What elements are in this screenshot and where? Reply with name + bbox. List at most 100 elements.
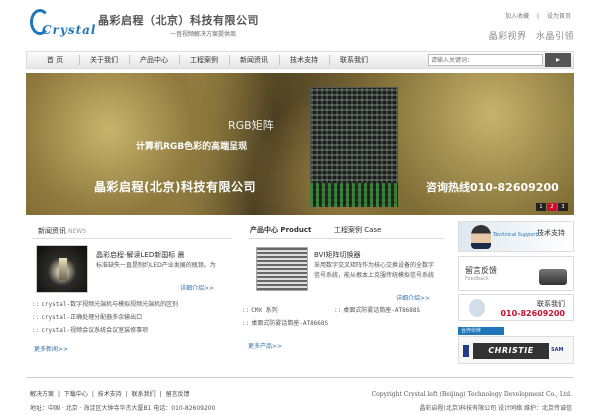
list-item[interactable]: :: 桌面式防雾话筒座-AT8688S xyxy=(334,305,420,314)
tab-product[interactable]: 产品中心 Product xyxy=(250,225,311,235)
news-item-text: crystal-正确处理分配器多余输出口 xyxy=(41,314,143,321)
search-input[interactable] xyxy=(428,54,543,66)
contact-phone: 010-82609200 xyxy=(500,309,565,318)
product-item-text: CMX 系列 xyxy=(251,307,278,314)
list-item[interactable]: :: crystal-数字视频光端机与模拟视频光端机的区别 xyxy=(32,298,178,311)
hero-banner[interactable]: RGB矩阵 计算机RGB色彩的高端呈现 晶彩启程(北京)科技有限公司 咨询热线0… xyxy=(26,73,574,215)
top-links-separator: | xyxy=(537,13,540,20)
feedback-title: 留言反馈 xyxy=(465,266,497,275)
list-item[interactable]: :: 桌面式防雾话筒座-AT8668S xyxy=(242,318,328,327)
list-item[interactable]: :: crystal-视频会议系统会议室装修事项 xyxy=(32,324,178,337)
rgb-matrix-ports-image xyxy=(310,183,398,207)
footer-copyright: Copyright Crystal left (Beijing) Technol… xyxy=(371,391,572,398)
news-featured-desc: 标准缺失一直是制约LED产业发展的瓶颈。为 xyxy=(96,262,216,269)
nav-item-news[interactable]: 新闻资讯 xyxy=(233,52,275,68)
tab-case[interactable]: 工程案例 Case xyxy=(334,225,381,235)
motto-1: 晶彩视界 xyxy=(488,32,527,42)
more-products-link[interactable]: 更多产品>> xyxy=(248,341,282,350)
product-item-text: 桌面式防雾话筒座-AT8688S xyxy=(343,307,421,314)
banner-dot-3[interactable]: 3 xyxy=(558,203,568,211)
nav-item-cases[interactable]: 工程案例 xyxy=(183,52,225,68)
partner-label: 合作伙伴 xyxy=(458,327,504,335)
news-thumbnail[interactable] xyxy=(36,245,88,293)
nav-item-products[interactable]: 产品中心 xyxy=(133,52,175,68)
partner-logo-mark xyxy=(463,345,469,357)
nav-item-about[interactable]: 关于我们 xyxy=(83,52,125,68)
christie-logo[interactable]: CHRISTIE xyxy=(473,343,549,359)
partner-logos: CHRISTIE SAM xyxy=(458,336,574,364)
nav-separator xyxy=(179,55,180,65)
news-item-text: crystal-视频会议系统会议室装修事项 xyxy=(41,327,149,334)
nav-item-home[interactable]: 首 页 xyxy=(35,52,75,68)
nav-separator xyxy=(329,55,330,65)
bullet-icon: :: xyxy=(32,314,40,321)
telephone-icon xyxy=(539,269,567,285)
footer-address: 地址：中国 · 北京 · 海淀区大钟寺华杰大厦B1 电话：010-8260920… xyxy=(30,405,216,412)
contact-title: 联系我们 xyxy=(537,300,565,308)
footer-link-contact[interactable]: 联系我们 xyxy=(132,391,156,398)
bullet-icon: :: xyxy=(242,320,250,327)
nav-separator xyxy=(129,55,130,65)
company-name: 晶彩启程（北京）科技有限公司 xyxy=(98,14,259,27)
footer-separator: | xyxy=(125,391,128,398)
footer-separator: | xyxy=(159,391,162,398)
banner-subheading: 计算机RGB色彩的高端呈现 xyxy=(136,142,248,152)
main-nav: 首 页 关于我们 产品中心 工程案例 新闻资讯 技术支持 联系我们 ▸ xyxy=(26,51,574,69)
banner-dot-1[interactable]: 1 xyxy=(536,203,546,211)
banner-hotline: 咨询热线010-82609200 xyxy=(426,181,559,194)
feedback-subtitle: Feedback xyxy=(465,276,489,282)
footer-separator: | xyxy=(91,391,94,398)
footer-credits: 晶彩启程(北京)科技有限公司 设计同络 维护：北京传诚信 xyxy=(419,405,573,412)
footer-link-support[interactable]: 技术支持 xyxy=(98,391,122,398)
news-item-text: crystal-数字视频光端机与模拟视频光端机的区别 xyxy=(41,301,179,308)
add-favorite-link[interactable]: 加入收藏 xyxy=(505,13,529,20)
footer-link-solutions[interactable]: 解决方案 xyxy=(30,391,54,398)
samsung-logo[interactable]: SAM xyxy=(551,347,563,353)
more-news-link[interactable]: 更多新闻>> xyxy=(34,344,68,353)
product-divider xyxy=(248,238,444,239)
support-person-avatar xyxy=(471,225,491,249)
nav-separator xyxy=(229,55,230,65)
banner-pager: 123 xyxy=(535,202,568,211)
nav-separator xyxy=(79,55,80,65)
bullet-icon: :: xyxy=(32,327,40,334)
tech-support-title: 技术支持 xyxy=(537,229,565,237)
product-detail-link[interactable]: 详细介绍>> xyxy=(396,293,430,302)
contact-icon xyxy=(469,299,485,317)
news-list: :: crystal-数字视频光端机与模拟视频光端机的区别 :: crystal-正… xyxy=(32,298,178,337)
nav-separator xyxy=(279,55,280,65)
feedback-box[interactable]: 留言反馈 Feedback xyxy=(458,256,574,291)
tech-support-box[interactable]: Technical Support 技术支持 xyxy=(458,221,574,252)
news-featured-headline[interactable]: 晶彩启程-解读LED新国标 晨 xyxy=(96,250,184,260)
top-links: 加入收藏 | 设为首页 xyxy=(502,11,574,20)
bullet-icon: :: xyxy=(32,301,40,308)
footer-separator: | xyxy=(57,391,60,398)
list-item[interactable]: :: crystal-正确处理分配器多余输出口 xyxy=(32,311,178,324)
top-motto: 晶彩视界 水晶引领 xyxy=(483,29,574,42)
news-section-title: 新闻资讯 NEWS xyxy=(38,226,86,236)
logo-text: Crystal xyxy=(42,23,97,37)
news-title-en: NEWS xyxy=(68,228,87,235)
banner-company: 晶彩启程(北京)科技有限公司 xyxy=(94,180,256,194)
motto-2: 水晶引领 xyxy=(535,32,574,42)
footer-link-feedback[interactable]: 留言反馈 xyxy=(166,391,190,398)
footer-divider xyxy=(26,377,574,378)
footer-links: 解决方案 | 下载中心 | 技术支持 | 联系我们 | 留言反馈 xyxy=(30,389,192,398)
search-button[interactable]: ▸ xyxy=(545,53,571,67)
company-slogan: 一音视频解决方案提供商 xyxy=(170,31,237,38)
product-featured-headline[interactable]: BVI矩阵切换器 xyxy=(314,250,360,260)
news-detail-link[interactable]: 详细介绍>> xyxy=(180,283,214,292)
contact-box[interactable]: 联系我们 010-82609200 xyxy=(458,294,574,321)
product-thumbnail[interactable] xyxy=(256,247,308,291)
product-featured-desc: 采用数字交叉矩阵作为核心交换设备的全数字信号系统，能从根本上克服传统模拟信号系统 xyxy=(314,262,435,279)
set-homepage-link[interactable]: 设为首页 xyxy=(547,13,571,20)
product-item-text: 桌面式防雾话筒座-AT8668S xyxy=(251,320,329,327)
nav-item-support[interactable]: 技术支持 xyxy=(283,52,325,68)
footer-link-downloads[interactable]: 下载中心 xyxy=(64,391,88,398)
banner-dot-2[interactable]: 2 xyxy=(547,203,557,211)
tech-support-tag: Technical Support xyxy=(493,232,538,238)
nav-item-contact[interactable]: 联系我们 xyxy=(333,52,375,68)
news-title: 新闻资讯 xyxy=(38,227,66,235)
bullet-icon: :: xyxy=(242,307,250,314)
list-item[interactable]: :: CMX 系列 xyxy=(242,305,278,314)
